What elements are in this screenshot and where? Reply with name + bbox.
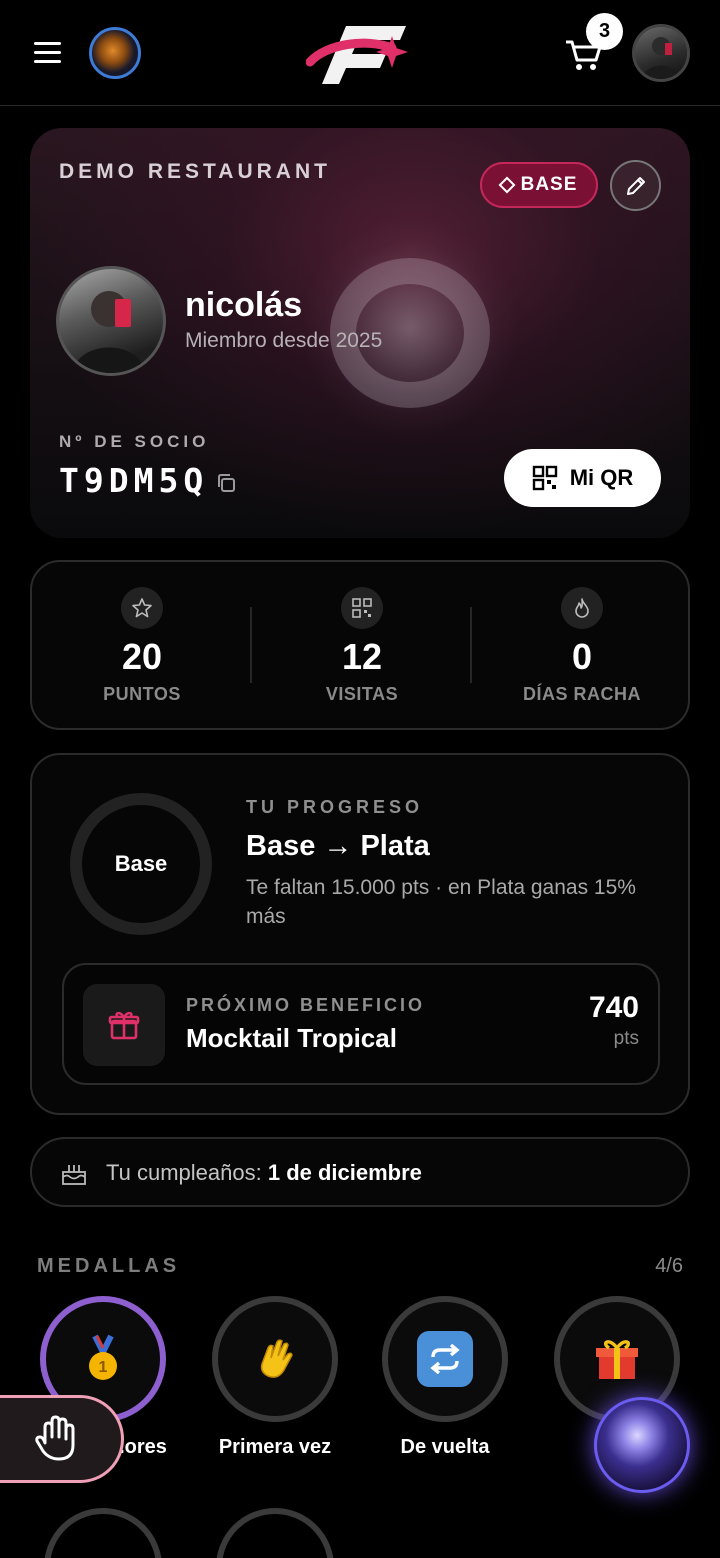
medal-badge[interactable] [216,1508,334,1558]
progress-label: TU PROGRESO [246,797,424,817]
repeat-icon [417,1331,473,1387]
medal-name: Primera vez [218,1436,332,1458]
member-number-label: Nº DE SOCIO [59,432,210,451]
profile-photo[interactable] [56,266,166,376]
stat-visits: 12 VISITAS [252,562,472,732]
avatar[interactable] [632,24,690,82]
waving-hand-icon [260,1339,293,1378]
next-benefit-card[interactable]: PRÓXIMO BENEFICIO Mocktail Tropical 740 … [62,963,660,1085]
member-since: Miembro desde 2025 [185,329,383,352]
pencil-icon [626,176,645,195]
stat-points: 20 PUNTOS [32,562,252,732]
stat-label: PUNTOS [103,684,181,704]
tier-progress-ring: Base [70,793,212,935]
next-benefit-unit: pts [613,1028,639,1049]
my-qr-label: Mi QR [569,465,634,490]
stat-value: 12 [341,636,383,677]
top-bar: 3 [0,0,720,106]
svg-text:1: 1 [99,1359,108,1376]
medal-name: De vuelta [400,1436,490,1458]
hand-icon [35,1415,75,1461]
tier-badge[interactable]: BASE [480,162,598,208]
birthday-text: Tu cumpleaños: 1 de diciembre [106,1160,422,1186]
medal-badge [382,1296,508,1422]
qr-icon [341,587,383,629]
brand-logo[interactable] [306,18,410,90]
my-qr-button[interactable]: Mi QR [504,449,661,507]
star-icon [121,587,163,629]
tier-label: BASE [520,174,578,195]
stat-value: 20 [121,636,163,677]
qr-icon [532,465,557,491]
medal-badge[interactable] [44,1508,162,1558]
edit-profile-button[interactable] [610,160,661,211]
medals-count: 4/6 [655,1255,683,1277]
birthday-date: 1 de diciembre [267,1160,422,1185]
gift-icon [83,984,165,1066]
stat-label: VISITAS [325,684,399,704]
username: nicolás [185,286,303,324]
assistant-orb-button[interactable] [594,1397,690,1493]
next-benefit-points: 740 [588,991,639,1024]
next-benefit-label: PRÓXIMO BENEFICIO [186,995,426,1015]
copy-icon[interactable] [216,473,236,493]
membership-card: DEMO RESTAURANT BASE nicolás Miembro des… [30,128,690,538]
stats-card: 20 PUNTOS 12 VISITAS 0 DÍAS RACHA [30,560,690,730]
birthday-prefix: Tu cumpleaños: [106,1160,262,1185]
stat-label: DÍAS RACHA [522,684,641,704]
medal-item[interactable]: Primera vez [212,1296,338,1458]
planet-icon[interactable] [89,27,141,79]
stat-streak: 0 DÍAS RACHA [472,562,692,732]
medal-item[interactable]: De vuelta [382,1296,508,1458]
cake-icon [62,1165,86,1185]
progress-card: Base TU PROGRESO Base → Plata Te faltan … [30,753,690,1115]
progress-title: Base → Plata [246,830,430,862]
accessibility-button[interactable] [0,1395,124,1483]
progress-description: Te faltan 15.000 pts · en Plata ganas 15… [246,876,636,928]
flame-icon [561,587,603,629]
next-benefit-name: Mocktail Tropical [186,1023,397,1053]
restaurant-name: DEMO RESTAURANT [59,160,331,183]
gift-icon [596,1340,638,1379]
stat-value: 0 [571,636,593,677]
medals-title: MEDALLAS [37,1255,181,1277]
ring-label: Base [114,851,168,876]
menu-icon[interactable] [30,38,66,68]
birthday-row: Tu cumpleaños: 1 de diciembre [30,1137,690,1207]
member-number: T9DM5Q [59,461,209,500]
gold-medal-icon: 1 [89,1334,117,1380]
cart-count-badge: 3 [586,13,623,50]
diamond-icon [498,176,516,194]
medal-badge [212,1296,338,1422]
